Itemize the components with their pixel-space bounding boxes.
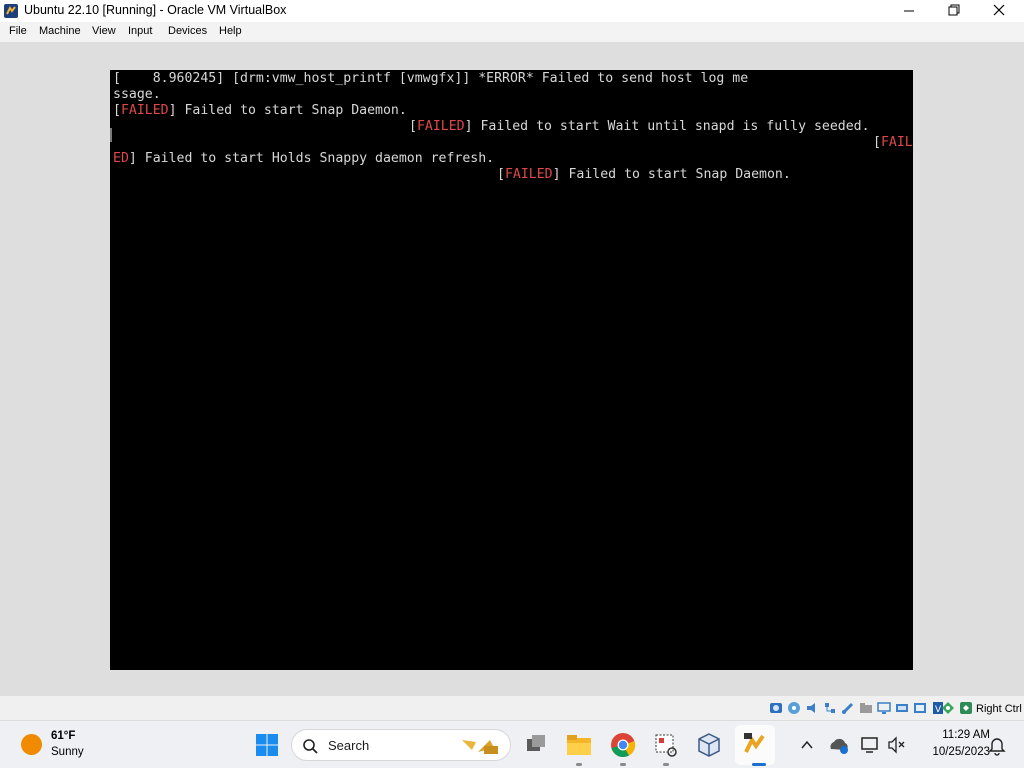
close-button[interactable] bbox=[976, 0, 1022, 22]
menu-help[interactable]: Help bbox=[219, 25, 242, 37]
sun-icon bbox=[21, 734, 42, 755]
explorer-running-indicator bbox=[576, 763, 582, 766]
notification-bell-icon[interactable] bbox=[982, 730, 1012, 760]
snipping-running-indicator bbox=[663, 763, 669, 766]
menu-view[interactable]: View bbox=[92, 25, 116, 37]
window-title-bar: Ubuntu 22.10 [Running] - Oracle VM Virtu… bbox=[0, 0, 1024, 22]
virtualbox-app-icon bbox=[4, 4, 18, 18]
shared-folders-icon[interactable] bbox=[859, 701, 873, 715]
task-view-icon[interactable] bbox=[521, 730, 551, 760]
menu-bar: File Machine View Input Devices Help bbox=[0, 22, 1024, 42]
file-explorer-icon[interactable] bbox=[564, 730, 594, 760]
search-highlight-icon bbox=[462, 740, 498, 754]
windows-taskbar: 61°F Sunny Search 11:29 AM 10/25/2023 bbox=[0, 720, 1024, 768]
virtualbox-cube-icon[interactable] bbox=[694, 730, 724, 760]
host-key-icon[interactable] bbox=[959, 701, 973, 715]
host-key-label: Right Ctrl bbox=[976, 703, 1022, 715]
console-line-wait-seeded: [FAILED] Failed to start Wait until snap… bbox=[409, 119, 870, 134]
virtualization-icon[interactable] bbox=[913, 701, 927, 715]
menu-file[interactable]: File bbox=[9, 25, 27, 37]
hard-disk-icon[interactable] bbox=[769, 701, 783, 715]
virtualbox-running-indicator bbox=[752, 763, 766, 766]
console-line-fail-wrap: [FAIL bbox=[873, 135, 913, 150]
optical-drive-icon[interactable] bbox=[787, 701, 801, 715]
minimize-icon bbox=[904, 10, 914, 12]
console-line-snap-daemon: [FAILED] Failed to start Snap Daemon. bbox=[113, 103, 407, 118]
restore-icon bbox=[948, 4, 960, 16]
console-line-holds-refresh: ED] Failed to start Holds Snappy daemon … bbox=[113, 151, 495, 166]
window-title: Ubuntu 22.10 [Running] - Oracle VM Virtu… bbox=[24, 3, 287, 17]
snipping-tool-icon[interactable] bbox=[651, 730, 681, 760]
audio-icon[interactable] bbox=[805, 701, 819, 715]
console-line-error: [ 8.960245] [drm:vmw_host_printf [vmwgfx… bbox=[113, 71, 749, 86]
failed-label: FAILED bbox=[504, 167, 553, 182]
weather-temperature: 61°F bbox=[51, 730, 76, 742]
chrome-icon[interactable] bbox=[608, 730, 638, 760]
windows-start-icon[interactable] bbox=[252, 730, 282, 760]
console-line-error-cont: ssage. bbox=[113, 87, 161, 102]
console-line-snap-daemon-2: [FAILED] Failed to start Snap Daemon. bbox=[497, 167, 791, 182]
failed-label: FAILED bbox=[416, 119, 465, 134]
virtualbox-vm-icon[interactable] bbox=[740, 730, 770, 760]
menu-input[interactable]: Input bbox=[128, 25, 152, 37]
search-box[interactable]: Search bbox=[291, 729, 511, 761]
recording-icon[interactable] bbox=[895, 701, 909, 715]
maximize-button[interactable] bbox=[931, 0, 977, 22]
menu-devices[interactable]: Devices bbox=[168, 25, 207, 37]
vm-console-screen[interactable]: [ 8.960245] [drm:vmw_host_printf [vmwgfx… bbox=[110, 70, 913, 670]
search-icon bbox=[303, 739, 318, 754]
minimize-button[interactable] bbox=[886, 0, 932, 22]
failed-label-part: ED bbox=[113, 151, 129, 166]
clock-date[interactable]: 10/25/2023 bbox=[918, 746, 990, 758]
network-icon[interactable] bbox=[823, 701, 837, 715]
vm-status-bar: V Right Ctrl bbox=[0, 696, 1024, 720]
console-wrap-marker bbox=[110, 128, 112, 142]
chevron-up-icon[interactable] bbox=[792, 730, 822, 760]
onedrive-icon[interactable] bbox=[824, 730, 854, 760]
close-icon bbox=[993, 4, 1005, 16]
failed-label: FAILED bbox=[120, 103, 169, 118]
usb-icon[interactable] bbox=[841, 701, 855, 715]
volume-muted-icon[interactable] bbox=[881, 730, 911, 760]
search-placeholder: Search bbox=[328, 738, 370, 753]
failed-label-part: FAIL bbox=[880, 135, 913, 150]
weather-condition: Sunny bbox=[51, 746, 84, 758]
clock-time[interactable]: 11:29 AM bbox=[918, 729, 990, 741]
menu-machine[interactable]: Machine bbox=[39, 25, 81, 37]
chrome-running-indicator bbox=[620, 763, 626, 766]
display-icon[interactable] bbox=[877, 701, 891, 715]
mouse-integration-icon[interactable] bbox=[941, 701, 955, 715]
